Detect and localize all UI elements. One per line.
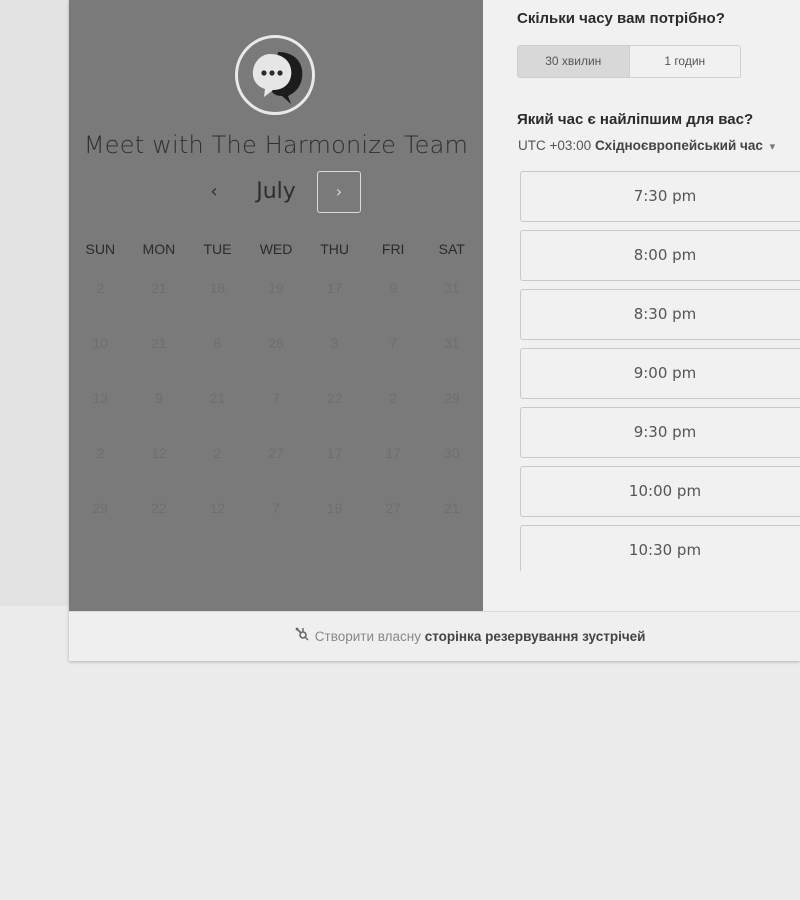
weekday-header: SUN MON TUE WED THU FRI SAT [71, 238, 481, 260]
calendar-day[interactable]: 9 [130, 370, 189, 425]
calendar-day[interactable]: 26 [247, 315, 306, 370]
time-slot-button[interactable]: 7:30 pm [520, 171, 800, 222]
calendar-day[interactable]: 7 [247, 370, 306, 425]
calendar-day[interactable]: 21 [130, 260, 189, 315]
caret-down-icon: ▾ [769, 141, 776, 153]
time-question: Який час є найліпшим для вас? [517, 111, 754, 128]
duration-option-1hour[interactable]: 1 годин [630, 46, 741, 77]
calendar-day[interactable]: 29 [71, 480, 130, 535]
calendar-day[interactable]: 17 [305, 260, 364, 315]
weekday-label: WED [259, 241, 293, 257]
calendar-day[interactable]: 17 [305, 425, 364, 480]
calendar-day[interactable]: 21 [130, 315, 189, 370]
calendar-day[interactable]: 18 [188, 260, 247, 315]
timezone-name: Східноєвропейський час [594, 138, 763, 153]
calendar-day[interactable]: 2 [364, 370, 423, 425]
weekday-label: SUN [85, 241, 116, 257]
calendar-day[interactable]: 7 [247, 480, 306, 535]
calendar-day[interactable]: 3 [305, 315, 364, 370]
chat-bubble-icon [235, 35, 315, 115]
time-slot-button[interactable]: 8:00 pm [520, 230, 800, 281]
meeting-title: Meet with The Harmonize Team [83, 131, 469, 159]
calendar-day[interactable]: 29 [422, 370, 481, 425]
calendar-day[interactable]: 21 [188, 370, 247, 425]
calendar-day[interactable]: 12 [130, 425, 189, 480]
footer-link-text[interactable]: сторінка резервування зустрічей [425, 629, 646, 644]
timezone-selector[interactable]: UTC +03:00 Східноєвропейський час ▾ [518, 138, 775, 153]
duration-option-30min[interactable]: 30 хвилин [518, 46, 630, 77]
sprocket-icon [295, 627, 311, 644]
calendar-day[interactable]: 22 [130, 480, 189, 535]
calendar-day[interactable]: 31 [422, 260, 481, 315]
calendar-day[interactable]: 19 [305, 480, 364, 535]
time-slot-button[interactable]: 10:30 pm [520, 525, 800, 571]
time-slot-button[interactable]: 9:30 pm [520, 407, 800, 458]
next-month-button[interactable]: › [317, 171, 361, 213]
calendar-day[interactable]: 8 [188, 315, 247, 370]
time-slot-list: 7:30 pm 8:00 pm 8:30 pm 9:00 pm 9:30 pm 10:00… [520, 171, 800, 571]
calendar-day[interactable]: 27 [364, 480, 423, 535]
timezone-offset: UTC +03:00 [518, 138, 592, 153]
calendar-day[interactable]: 19 [247, 260, 306, 315]
calendar-day[interactable]: 17 [364, 425, 423, 480]
month-label: July [256, 179, 296, 204]
time-slot-button[interactable]: 9:00 pm [520, 348, 800, 399]
footer-link[interactable]: Створити власну сторінка резервування зу… [295, 627, 645, 644]
duration-question: Скільки часу вам потрібно? [517, 10, 725, 27]
calendar-day[interactable]: 12 [188, 480, 247, 535]
booking-options-panel: Скільки часу вам потрібно? 30 хвилин 1 г… [483, 0, 800, 611]
calendar-day[interactable]: 2 [71, 425, 130, 480]
calendar-day[interactable]: 30 [422, 425, 481, 480]
weekday-label: SAT [438, 241, 465, 257]
weekday-label: FRI [381, 241, 405, 257]
meeting-widget: Meet with The Harmonize Team ‹ July › SU… [69, 0, 800, 661]
calendar-week-row: 2 21 18 19 17 9 31 [71, 260, 481, 315]
time-slot-button[interactable]: 8:30 pm [520, 289, 800, 340]
footer: Створити власну сторінка резервування зу… [69, 611, 800, 661]
previous-month-button[interactable]: ‹ [199, 173, 229, 211]
calendar-day[interactable]: 22 [305, 370, 364, 425]
calendar-day[interactable]: 10 [71, 315, 130, 370]
duration-selector: 30 хвилин 1 годин [517, 45, 741, 78]
time-slot-button[interactable]: 10:00 pm [520, 466, 800, 517]
calendar-week-row: 13 9 21 7 22 2 29 [71, 370, 481, 425]
weekday-label: TUE [203, 241, 232, 257]
calendar-week-row: 29 22 12 7 19 27 21 [71, 480, 481, 535]
calendar-day[interactable]: 2 [188, 425, 247, 480]
weekday-label: MON [142, 241, 176, 257]
calendar-day[interactable]: 21 [422, 480, 481, 535]
calendar-week-row: 10 21 8 26 3 7 31 [71, 315, 481, 370]
calendar-grid: SUN MON TUE WED THU FRI SAT 2 21 18 19 17 9 31 10 21 8 2… [71, 238, 481, 535]
calendar-day[interactable]: 31 [422, 315, 481, 370]
calendar-day[interactable]: 13 [71, 370, 130, 425]
calendar-day[interactable]: 27 [247, 425, 306, 480]
calendar-panel: Meet with The Harmonize Team ‹ July › SU… [69, 0, 483, 611]
footer-prefix: Створити власну [314, 629, 421, 644]
calendar-day[interactable]: 9 [364, 260, 423, 315]
calendar-day[interactable]: 7 [364, 315, 423, 370]
calendar-day[interactable]: 2 [71, 260, 130, 315]
calendar-week-row: 2 12 2 27 17 17 30 [71, 425, 481, 480]
month-navigation: ‹ July › [69, 170, 483, 214]
weekday-label: THU [320, 241, 349, 257]
